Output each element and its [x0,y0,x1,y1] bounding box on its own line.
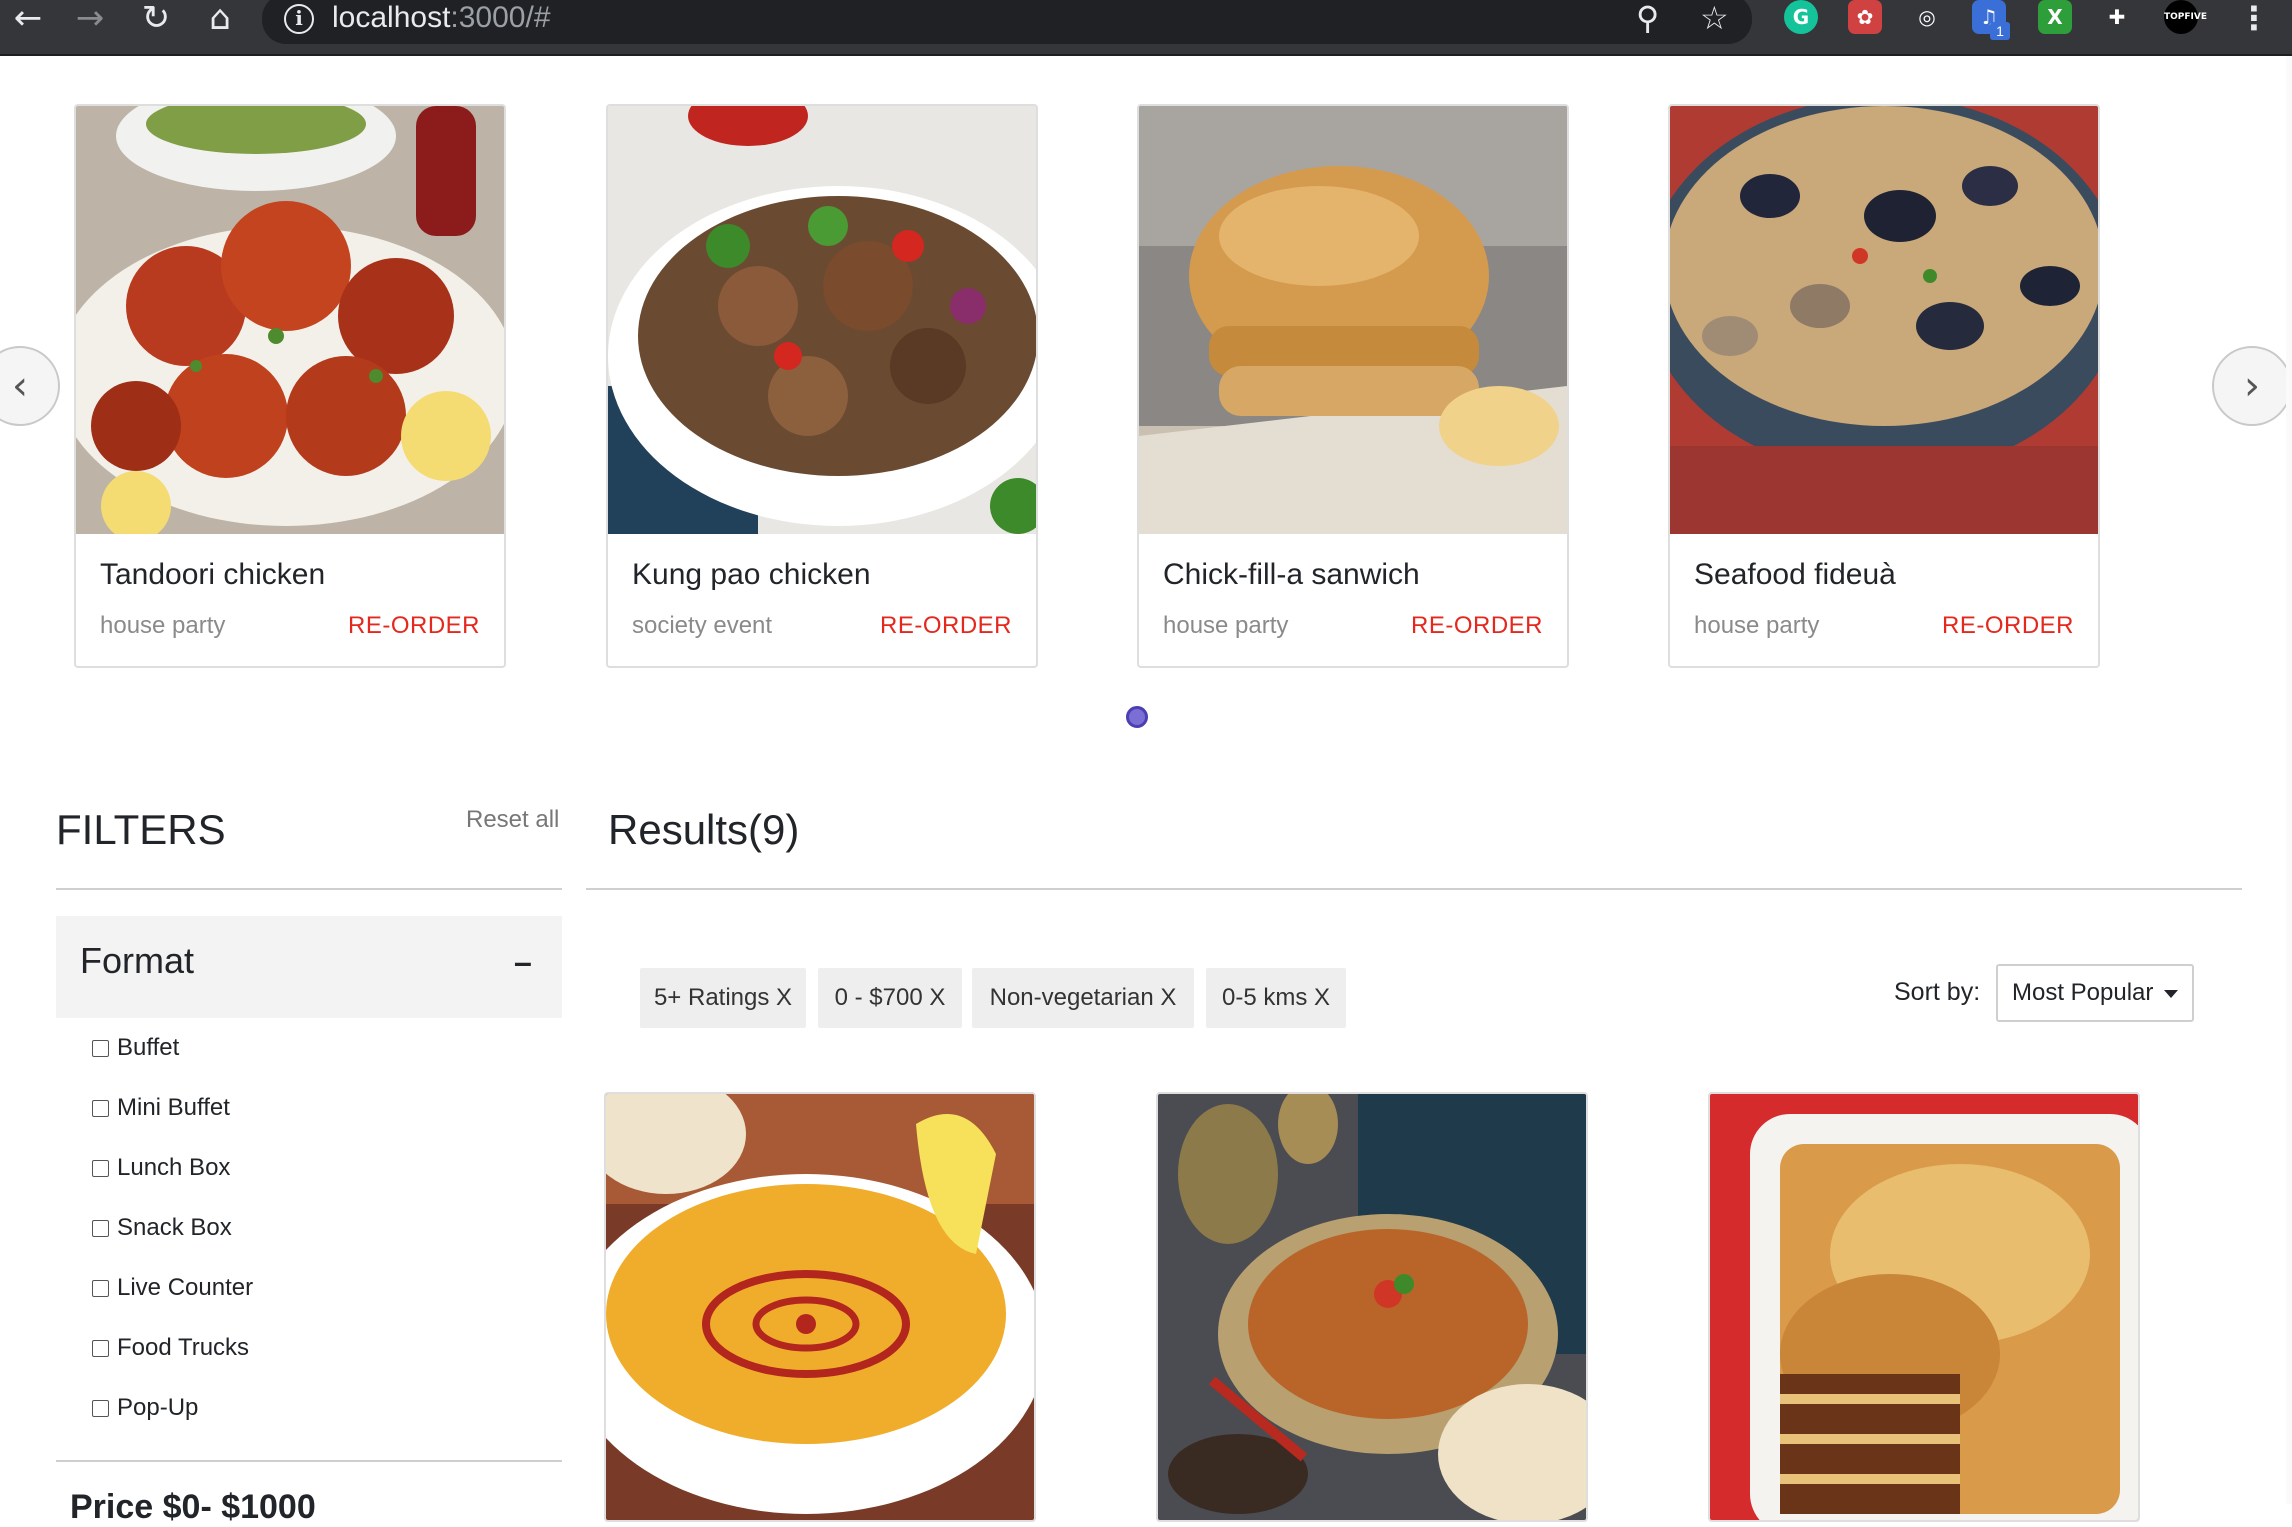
carousel-card[interactable]: Seafood fideuà house party RE-ORDER [1668,104,2100,668]
browser-toolbar: ← → ↻ ⌂ i localhost:3000/# ⚲ ☆ G ✿ ◎ ♫ 1 X ✚ TO… [0,0,2292,56]
result-card[interactable] [604,1092,1036,1522]
card-title: Tandoori chicken [100,558,326,591]
format-option-buffet[interactable]: Buffet [92,1032,179,1064]
sort-selected-value: Most Popular [2012,979,2154,1006]
results-title: Results(9) [608,806,800,853]
red-extension-icon[interactable]: ✿ [1848,0,1882,34]
checkbox-label: Lunch Box [117,1154,231,1181]
tandoori-chicken-image [76,106,504,534]
checkbox-label: Buffet [117,1034,180,1061]
carousel-dot-indicator[interactable] [1126,706,1148,728]
topfive-extension-icon[interactable]: TOPFIVE [2164,0,2207,34]
checkbox[interactable] [92,1039,109,1057]
extension-badge: 1 [1990,22,2010,40]
checkbox[interactable] [92,1279,109,1297]
page-scrollbar[interactable] [2286,56,2292,1504]
reorder-button[interactable]: RE-ORDER [1942,612,2074,640]
seafood-fideua-image [1670,106,2098,534]
lasagna-image [1710,1094,2138,1520]
lentil-soup-image [606,1094,1034,1520]
carousel-card[interactable]: Tandoori chicken house party RE-ORDER [74,104,506,668]
format-option-mini-buffet[interactable]: Mini Buffet [92,1092,230,1124]
result-card[interactable] [1708,1092,2140,1522]
filter-chip-ratings[interactable]: 5+ Ratings X [640,968,806,1028]
card-event-type: society event [632,612,773,639]
format-section-title: Format [80,940,195,981]
back-icon[interactable]: ← [0,0,56,38]
format-option-snack-box[interactable]: Snack Box [92,1212,232,1244]
checkbox-label: Pop-Up [117,1394,199,1421]
filter-chip-distance[interactable]: 0-5 kms X [1206,968,1346,1028]
card-title: Kung pao chicken [632,558,871,591]
card-event-type: house party [100,612,226,639]
reset-all-link[interactable]: Reset all [466,806,559,834]
collapse-toggle[interactable]: – [514,944,532,981]
results-divider [586,888,2242,890]
carousel-card[interactable]: Chick-fill-a sanwich house party RE-ORDE… [1137,104,1569,668]
puzzle-extension-icon[interactable]: ✚ [2100,0,2134,34]
checkbox-label: Food Trucks [117,1334,250,1361]
card-title: Chick-fill-a sanwich [1163,558,1420,591]
filter-chip-price[interactable]: 0 - $700 X [818,968,962,1028]
dal-curry-image [1158,1094,1586,1520]
carousel-prev-button[interactable]: ‹ [0,346,60,426]
price-filter-title[interactable]: Price $0- $1000 [70,1488,316,1527]
card-event-type: house party [1163,612,1289,639]
reorder-button[interactable]: RE-ORDER [880,612,1012,640]
chicken-sandwich-image [1139,106,1567,534]
result-card[interactable] [1156,1092,1588,1522]
reorder-button[interactable]: RE-ORDER [1411,612,1543,640]
forward-icon[interactable]: → [62,0,118,38]
checkbox[interactable] [92,1399,109,1417]
format-option-food-trucks[interactable]: Food Trucks [92,1332,249,1364]
chevron-right-icon: › [2244,363,2260,409]
grammarly-extension-icon[interactable]: G [1784,0,1818,34]
format-option-live-counter[interactable]: Live Counter [92,1272,253,1304]
reorder-button[interactable]: RE-ORDER [348,612,480,640]
card-event-type: house party [1694,612,1820,639]
home-icon[interactable]: ⌂ [192,0,248,38]
format-option-pop-up[interactable]: Pop-Up [92,1392,198,1424]
checkbox[interactable] [92,1099,109,1117]
reload-icon[interactable]: ↻ [128,0,184,38]
chevron-left-icon: ‹ [12,363,28,409]
format-option-lunch-box[interactable]: Lunch Box [92,1152,230,1184]
sort-dropdown[interactable]: Most Popular [1996,964,2194,1022]
checkbox-label: Snack Box [117,1214,232,1241]
info-icon[interactable]: i [284,4,314,34]
star-icon[interactable]: ☆ [1700,0,1729,36]
checkbox-label: Live Counter [117,1274,254,1301]
kung-pao-chicken-image [608,106,1036,534]
target-extension-icon[interactable]: ◎ [1910,0,1944,34]
more-vertical-icon[interactable]: ⋮ [2238,0,2270,36]
filter-chip-non-vegetarian[interactable]: Non-vegetarian X [972,968,1194,1028]
card-title: Seafood fideuà [1694,558,1896,591]
filters-title: FILTERS [56,806,226,853]
green-extension-icon[interactable]: X [2038,0,2072,34]
checkbox[interactable] [92,1339,109,1357]
checkbox[interactable] [92,1219,109,1237]
filters-divider [56,888,562,890]
carousel-card[interactable]: Kung pao chicken society event RE-ORDER [606,104,1038,668]
format-divider [56,1460,562,1462]
url-text[interactable]: localhost:3000/# [332,0,551,36]
checkbox[interactable] [92,1159,109,1177]
caret-down-icon [2164,990,2178,998]
checkbox-label: Mini Buffet [117,1094,230,1121]
sort-label: Sort by: [1894,978,1981,1006]
zoom-icon[interactable]: ⚲ [1636,0,1659,36]
carousel-next-button[interactable]: › [2212,346,2292,426]
